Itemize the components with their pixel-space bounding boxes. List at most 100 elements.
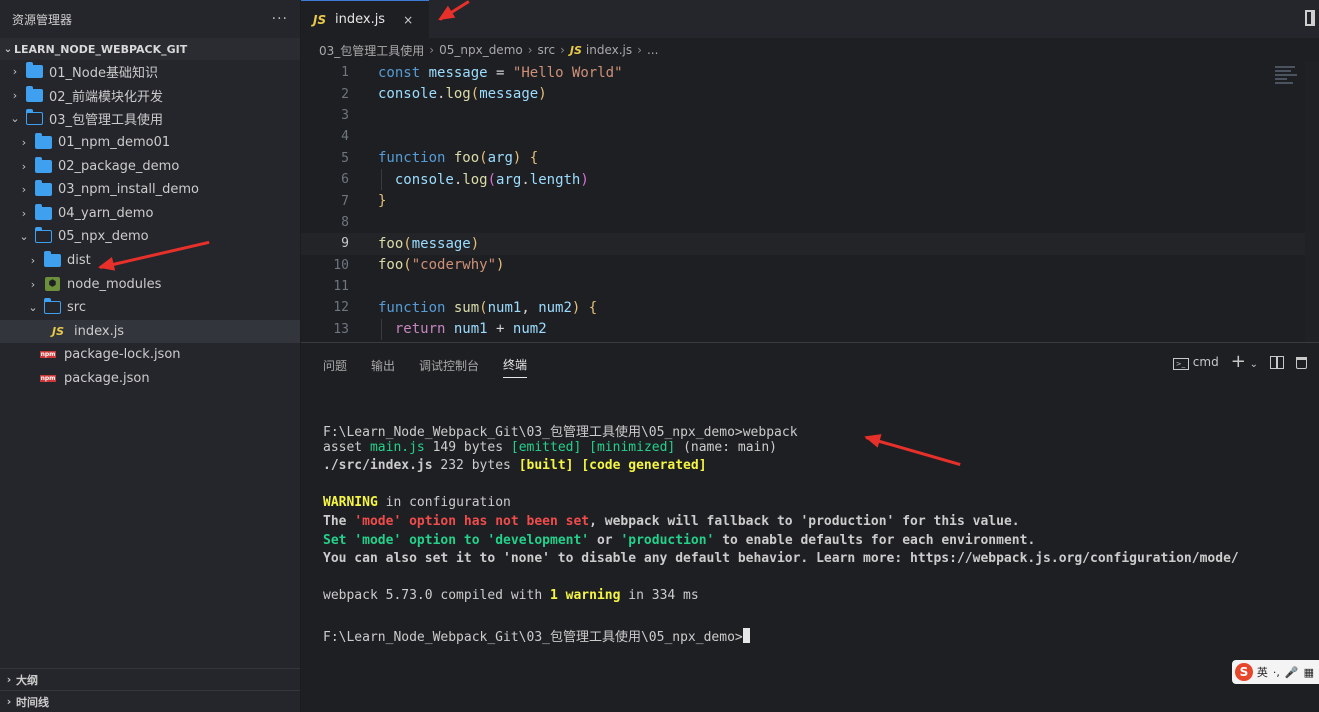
chevron-down-icon: ⌄ [10, 112, 20, 126]
split-terminal-icon[interactable] [1270, 356, 1284, 369]
code-line: 10 foo("coderwhy") [301, 255, 1319, 276]
panel-toolbar: >_ cmd + ⌄ [1172, 353, 1307, 371]
tree-file-index-js[interactable]: JS index.js [0, 319, 300, 344]
line-number: 8 [341, 214, 349, 230]
code-line: 6 console.log(arg.length) [301, 168, 1319, 191]
timeline-label: 时间线 [16, 695, 49, 709]
terminal-line: Set 'mode' option to 'development' or 'p… [323, 532, 1036, 548]
code-text: return num1 + num2 [394, 321, 547, 338]
tree-item-label: 01_npm_demo01 [58, 135, 171, 151]
tree-item-label: 02_package_demo [58, 158, 180, 174]
breadcrumb-item[interactable]: 05_npx_demo [439, 43, 523, 57]
split-editor-icon[interactable] [1305, 10, 1315, 26]
code-line: 4 [301, 126, 1319, 147]
tree-folder-node-modules[interactable]: › ⬢ node_modules [0, 272, 300, 296]
file-tree: › 01_Node基础知识 › 02_前端模块化开发 ⌄ 03_包管理工具使用 … [0, 60, 300, 390]
breadcrumb: 03_包管理工具使用 › 05_npx_demo › src › JS inde… [301, 38, 1319, 62]
line-number: 2 [341, 86, 349, 102]
chevron-down-icon: ⌄ [28, 301, 38, 315]
editor-scrollbar[interactable] [1305, 62, 1319, 342]
chevron-right-icon: › [30, 277, 36, 291]
breadcrumb-item[interactable]: ... [647, 43, 658, 57]
line-number: 9 [341, 236, 349, 252]
tree-folder-03-package[interactable]: ⌄ 03_包管理工具使用 [0, 107, 300, 131]
breadcrumb-item[interactable]: 03_包管理工具使用 [319, 42, 424, 59]
tree-folder-npm-install-demo[interactable]: › 03_npm_install_demo [0, 178, 300, 202]
explorer-sidebar: 资源管理器 ··· ⌄ LEARN_NODE_WEBPACK_GIT › 01_… [0, 0, 301, 712]
explorer-title: 资源管理器 [12, 12, 73, 27]
tree-folder-01-node[interactable]: › 01_Node基础知识 [0, 60, 300, 84]
terminal-line: The 'mode' option has not been set, webp… [323, 513, 1020, 529]
plus-icon: + [1230, 351, 1246, 372]
microphone-icon[interactable]: 🎤 [1285, 666, 1299, 679]
tree-folder-src[interactable]: ⌄ src [0, 296, 300, 320]
tab-output[interactable]: 输出 [371, 353, 395, 378]
more-actions-icon[interactable]: ··· [272, 11, 288, 27]
chevron-right-icon: › [429, 43, 435, 57]
chevron-down-icon: ⌄ [19, 230, 29, 244]
tab-index-js[interactable]: JS index.js × [301, 0, 429, 38]
code-line: 8 [301, 212, 1319, 233]
ime-language[interactable]: 英 [1257, 664, 1268, 680]
line-number: 13 [333, 321, 349, 337]
code-editor[interactable]: 1 const message = "Hello World" 2 consol… [301, 62, 1319, 342]
breadcrumb-item[interactable]: index.js [586, 43, 632, 57]
terminal-cursor [742, 627, 750, 643]
tree-folder-npm-demo01[interactable]: › 01_npm_demo01 [0, 131, 300, 155]
code-line: 12 function sum(num1, num2) { [301, 297, 1319, 318]
line-number: 4 [341, 129, 349, 145]
tab-problems[interactable]: 问题 [323, 353, 347, 378]
line-number: 12 [333, 300, 349, 316]
tree-folder-npx-demo[interactable]: ⌄ 05_npx_demo [0, 225, 300, 249]
folder-icon [26, 85, 43, 102]
tree-file-package-lock[interactable]: npm package-lock.json [0, 343, 300, 367]
terminal-prompt-line: F:\Learn_Node_Webpack_Git\03_包管理工具使用\05_… [323, 626, 1239, 645]
terminal-line: ./src/index.js 232 bytes [built] [code g… [323, 458, 707, 474]
input-method-toolbar[interactable]: S 英 ·, 🎤 ▦ [1232, 660, 1319, 684]
tree-item-label: 05_npx_demo [58, 229, 149, 245]
npm-file-icon: npm [40, 375, 56, 383]
folder-icon [44, 251, 61, 268]
minimap[interactable] [1275, 66, 1299, 90]
sogou-logo-icon: S [1235, 663, 1253, 681]
code-text: const message = "Hello World" [378, 64, 623, 81]
tree-item-label: 03_npm_install_demo [58, 182, 199, 198]
new-terminal-button[interactable]: + ⌄ [1231, 353, 1258, 371]
chevron-right-icon: › [21, 206, 27, 220]
tab-label: index.js [335, 12, 386, 27]
code-line: 13 return num1 + num2 [301, 318, 1319, 341]
code-line: 2 console.log(message) [301, 83, 1319, 104]
node-modules-folder-icon: ⬢ [45, 277, 60, 292]
explorer-header: 资源管理器 ··· [0, 0, 300, 38]
folder-icon [26, 62, 43, 79]
ime-punctuation[interactable]: ·, [1273, 666, 1280, 679]
chevron-right-icon: › [637, 43, 642, 57]
line-number: 3 [341, 107, 349, 123]
tree-item-label: 01_Node基础知识 [49, 66, 158, 82]
code-text: console.log(arg.length) [394, 171, 589, 188]
tree-item-label: 03_包管理工具使用 [49, 113, 164, 129]
line-number: 10 [333, 257, 349, 273]
bottom-panel: 问题 输出 调试控制台 终端 >_ cmd + ⌄ F:\Learn_Node_W… [301, 342, 1319, 712]
timeline-section[interactable]: › 时间线 [0, 690, 300, 712]
terminal-output[interactable]: F:\Learn_Node_Webpack_Git\03_包管理工具使用\05_… [323, 421, 1239, 645]
chevron-down-icon: ⌄ [1249, 359, 1258, 370]
tree-folder-yarn-demo[interactable]: › 04_yarn_demo [0, 202, 300, 226]
grid-icon[interactable]: ▦ [1304, 666, 1314, 679]
terminal-shell-selector[interactable]: >_ cmd [1172, 355, 1219, 370]
code-text: function foo(arg) { [378, 150, 539, 167]
trash-icon[interactable] [1296, 356, 1307, 369]
tree-folder-package-demo[interactable]: › 02_package_demo [0, 154, 300, 178]
outline-section[interactable]: › 大纲 [0, 668, 300, 690]
chevron-right-icon: › [30, 254, 36, 268]
tree-folder-dist[interactable]: › dist [0, 249, 300, 273]
tree-file-package-json[interactable]: npm package.json [0, 367, 300, 391]
tab-terminal[interactable]: 终端 [503, 352, 528, 378]
tab-debug-console[interactable]: 调试控制台 [419, 353, 479, 378]
breadcrumb-item[interactable]: src [538, 43, 556, 57]
folder-open-icon [25, 109, 43, 126]
tree-folder-02-module[interactable]: › 02_前端模块化开发 [0, 84, 300, 108]
close-icon[interactable]: × [403, 13, 413, 27]
workspace-root[interactable]: ⌄ LEARN_NODE_WEBPACK_GIT [0, 38, 300, 60]
